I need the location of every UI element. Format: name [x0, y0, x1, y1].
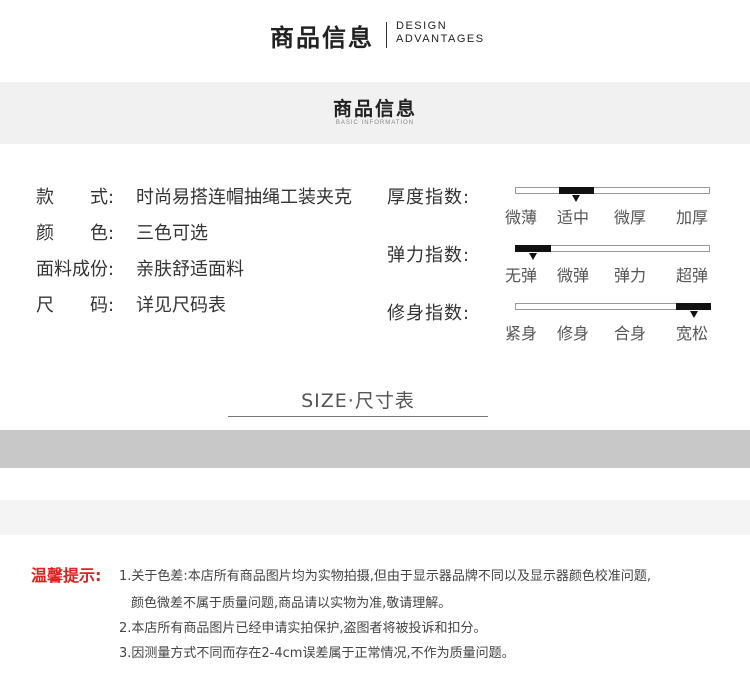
fit-index-label: 修身指数: [387, 303, 471, 324]
elasticity-option-3: 弹力 [614, 266, 647, 285]
attr-size-value: 详见尺码表 [136, 295, 226, 316]
attr-size-label: 尺 码: [36, 295, 115, 316]
notice-line-4: 3.因测量方式不同而存在2-4cm误差属于正常情况,不作为质量问题。 [119, 646, 515, 661]
fit-option-4: 宽松 [676, 324, 709, 343]
header-subtitle: DESIGN ADVANTAGES [396, 20, 485, 46]
notice-title: 温馨提示: [31, 566, 102, 585]
elasticity-option-4: 超弹 [676, 266, 709, 285]
thickness-index-track [515, 187, 710, 202]
thickness-index-pointer-icon [572, 195, 580, 202]
header-divider [386, 22, 387, 48]
thickness-option-2: 适中 [557, 208, 590, 227]
fit-option-3: 合身 [614, 324, 647, 343]
attr-style-label: 款 式: [36, 187, 115, 208]
elasticity-index-label: 弹力指数: [387, 245, 471, 266]
fit-option-2: 修身 [557, 324, 590, 343]
elasticity-option-2: 微弹 [557, 266, 590, 285]
elasticity-index-pointer-icon [529, 253, 537, 260]
section-title: 商品信息 [332, 98, 417, 120]
thickness-index-marker [559, 187, 594, 194]
fit-index-marker [676, 303, 711, 310]
page-header-title: 商品信息 [270, 24, 374, 52]
notice-line-2: 颜色微差不属于质量问题,商品请以实物为准,敬请理解。 [131, 596, 452, 611]
attr-color-label: 颜 色: [36, 223, 115, 244]
fit-index-pointer-icon [690, 311, 698, 318]
elasticity-index-track [515, 245, 710, 260]
thickness-option-1: 微薄 [505, 208, 538, 227]
attr-fabric-value: 亲肤舒适面料 [136, 259, 244, 280]
notice-line-1: 1.关于色差:本店所有商品图片均为实物拍摄,但由于显示器品牌不同以及显示器颜色校… [119, 569, 652, 584]
header-subtitle-line-1: DESIGN [396, 20, 448, 32]
size-chart-underline [228, 416, 488, 417]
elasticity-index-marker [515, 245, 551, 252]
attr-fabric-label: 面料成份: [36, 259, 115, 280]
fit-index-track [515, 303, 711, 318]
thickness-index-label: 厚度指数: [387, 187, 471, 208]
spacer-band [0, 500, 750, 535]
header-subtitle-line-2: ADVANTAGES [396, 33, 485, 45]
notice-line-3: 2.本店所有商品图片已经申请实拍保护,盗图者将被投诉和扣分。 [119, 621, 487, 636]
fit-option-1: 紧身 [505, 324, 538, 343]
section-subtitle: BASIC INFORMATION [335, 120, 415, 126]
attr-color-value: 三色可选 [136, 223, 208, 244]
thickness-option-4: 加厚 [676, 208, 709, 227]
size-chart-title: SIZE·尺寸表 [301, 390, 415, 412]
attr-style-value: 时尚易搭连帽抽绳工装夹克 [136, 187, 352, 208]
elasticity-option-1: 无弹 [505, 266, 538, 285]
thickness-option-3: 微厚 [614, 208, 647, 227]
size-chart-band [0, 430, 750, 468]
